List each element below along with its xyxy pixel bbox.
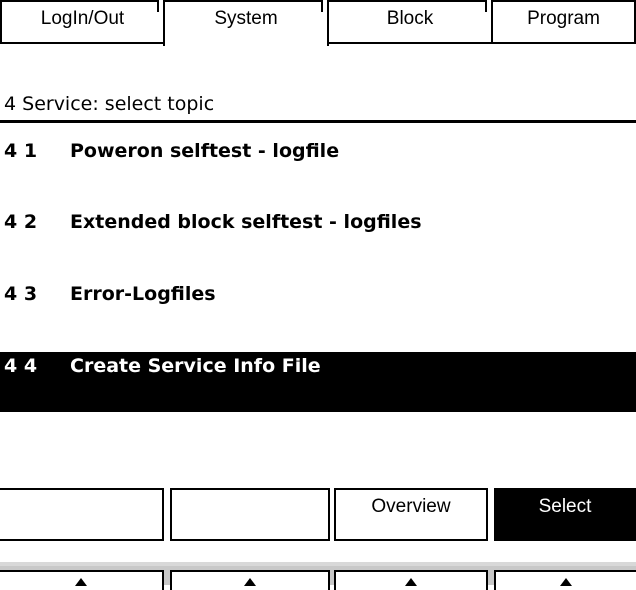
menu-item-extended-block-selftest[interactable]: 4 2 Extended block selftest - logfiles (0, 208, 636, 268)
menu-item-number: 4 3 (4, 283, 38, 305)
title-divider (0, 120, 636, 123)
hardware-key-1[interactable] (0, 570, 164, 590)
menu-item-label: Poweron selftest - logfile (70, 140, 340, 162)
tab-label: Block (386, 8, 434, 29)
hardware-key-4[interactable] (494, 570, 636, 590)
softkey-1[interactable] (0, 488, 164, 541)
overview-button[interactable]: Overview (334, 488, 488, 541)
menu-item-poweron-selftest[interactable]: 4 1 Poweron selftest - logfile (0, 137, 636, 197)
menu-item-number: 4 2 (4, 211, 38, 233)
menu-item-number: 4 1 (4, 140, 38, 162)
tab-label: System (214, 8, 278, 29)
hardware-key-3[interactable] (334, 570, 488, 590)
page-title: 4 Service: select topic (4, 93, 215, 115)
tab-program[interactable]: Program (491, 0, 636, 44)
softkey-2[interactable] (170, 488, 330, 541)
menu-item-label: Extended block selftest - logfiles (70, 211, 422, 233)
tab-label: LogIn/Out (40, 8, 125, 29)
menu-item-number: 4 4 (4, 355, 38, 377)
tab-label: Program (527, 8, 600, 29)
softkey-label: Overview (371, 496, 451, 517)
menu-item-error-logfiles[interactable]: 4 3 Error-Logfiles (0, 280, 636, 340)
softkey-bar: Overview Select (0, 488, 636, 542)
hardware-key-2[interactable] (170, 570, 330, 590)
softkey-label: Select (538, 496, 592, 517)
tab-bar: LogIn/Out System Block Program (0, 0, 636, 46)
tab-system[interactable]: System (163, 0, 329, 46)
menu-item-label: Create Service Info File (70, 355, 321, 377)
menu-item-create-service-info-file[interactable]: 4 4 Create Service Info File (0, 352, 636, 412)
tab-block[interactable]: Block (327, 0, 493, 44)
tab-login-out[interactable]: LogIn/Out (0, 0, 165, 44)
menu-item-label: Error-Logfiles (70, 283, 216, 305)
select-button[interactable]: Select (494, 488, 636, 541)
